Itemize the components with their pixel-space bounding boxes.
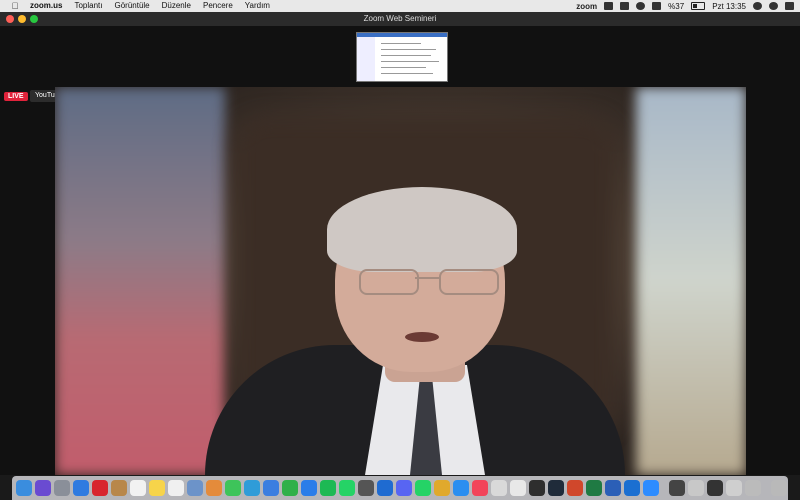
dock-launchpad-icon[interactable] — [54, 480, 70, 496]
dock-camera-icon[interactable] — [358, 480, 374, 496]
dock-window-1-icon[interactable] — [669, 480, 685, 496]
dock-activity-monitor-icon[interactable] — [529, 480, 545, 496]
dock-whatsapp-icon[interactable] — [339, 480, 355, 496]
control-center-icon[interactable] — [785, 2, 794, 10]
menu-goruntule[interactable]: Görüntüle — [114, 0, 149, 12]
dock-word-doc-icon[interactable] — [491, 480, 507, 496]
dock-sheets-icon[interactable] — [510, 480, 526, 496]
volume-icon[interactable] — [652, 2, 662, 10]
dock — [12, 476, 788, 500]
window-title-bar: Zoom Web Semineri — [0, 12, 800, 27]
dock-music-icon[interactable] — [472, 480, 488, 496]
shared-screen-thumbnail[interactable] — [356, 32, 448, 82]
search-icon[interactable] — [753, 2, 762, 10]
status-area: zoom %37 Pzt 13:35 — [576, 0, 794, 12]
dock-window-2-icon[interactable] — [688, 480, 704, 496]
dock-messages-icon[interactable] — [225, 480, 241, 496]
dock-zoom-icon[interactable] — [643, 480, 659, 496]
battery-percent: %37 — [668, 1, 685, 11]
dock-xcode-icon[interactable] — [624, 480, 640, 496]
mail-icon[interactable] — [604, 2, 614, 10]
dock-outlook-icon[interactable] — [377, 480, 393, 496]
window-title: Zoom Web Semineri — [363, 14, 437, 23]
dock-messenger-icon[interactable] — [453, 480, 469, 496]
dock-notes-brown-icon[interactable] — [111, 480, 127, 496]
dock-chrome-icon[interactable] — [434, 480, 450, 496]
menu-bar:  zoom.us Toplantı Görüntüle Düzenle Pen… — [0, 0, 800, 12]
clock[interactable]: Pzt 13:35 — [712, 2, 746, 11]
menu-app-name[interactable]: zoom.us — [30, 0, 62, 12]
dock-window-3-icon[interactable] — [707, 480, 723, 496]
zoom-status-text[interactable]: zoom — [576, 2, 597, 11]
dock-reminders-icon[interactable] — [168, 480, 184, 496]
live-badge: LIVE — [4, 92, 28, 101]
menu-duzenle[interactable]: Düzenle — [162, 0, 191, 12]
wifi-icon[interactable] — [636, 2, 646, 10]
siri-icon[interactable] — [769, 2, 778, 10]
dock-window-4-icon[interactable] — [726, 480, 742, 496]
dock-window-5-icon[interactable] — [745, 480, 761, 496]
dock-opera-icon[interactable] — [92, 480, 108, 496]
menu-pencere[interactable]: Pencere — [203, 0, 233, 12]
dock-spotify-icon[interactable] — [320, 480, 336, 496]
dock-safari-icon[interactable] — [73, 480, 89, 496]
dock-word-icon[interactable] — [605, 480, 621, 496]
dock-trash-icon[interactable] — [771, 480, 787, 496]
dock-whatsapp-2-icon[interactable] — [415, 480, 431, 496]
dock-notes-icon[interactable] — [149, 480, 165, 496]
dock-discord-icon[interactable] — [396, 480, 412, 496]
dock-preview-icon[interactable] — [187, 480, 203, 496]
dock-vpn-icon[interactable] — [548, 480, 564, 496]
dock-finder-icon[interactable] — [16, 480, 32, 496]
dock-numbers-icon[interactable] — [282, 480, 298, 496]
dock-keynote-icon[interactable] — [263, 480, 279, 496]
participant-video[interactable] — [55, 87, 746, 475]
menu-yardim[interactable]: Yardım — [245, 0, 270, 12]
menu-toplanti[interactable]: Toplantı — [74, 0, 102, 12]
dock-calendar-icon[interactable] — [130, 480, 146, 496]
dock-photos-icon[interactable] — [206, 480, 222, 496]
dock-facetime-blue-icon[interactable] — [244, 480, 260, 496]
dock-siri-icon[interactable] — [35, 480, 51, 496]
airplay-icon[interactable] — [620, 2, 630, 10]
dock-excel-icon[interactable] — [586, 480, 602, 496]
battery-icon[interactable] — [691, 2, 706, 10]
dock-app-store-icon[interactable] — [301, 480, 317, 496]
dock-powerpoint-icon[interactable] — [567, 480, 583, 496]
speaker — [205, 187, 625, 475]
apple-icon[interactable]:  — [10, 1, 20, 11]
